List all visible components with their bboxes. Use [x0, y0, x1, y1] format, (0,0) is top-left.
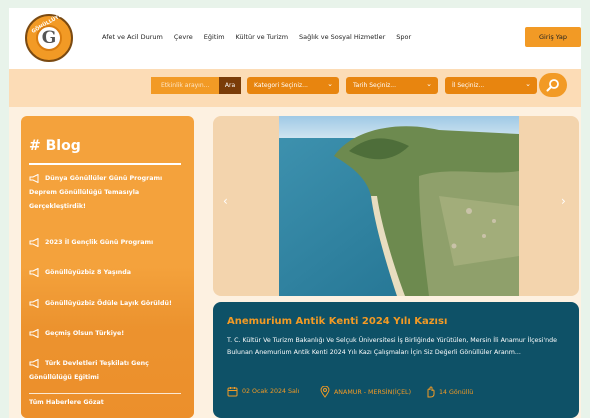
blog-post-title: Dünya Gönüllüler Günü Programı Deprem Gö… — [29, 175, 163, 210]
slider-prev-arrow[interactable]: ‹ — [223, 194, 228, 208]
megaphone-icon — [29, 267, 39, 277]
hand-icon — [427, 386, 435, 398]
event-volunteers: 14 Gönüllü — [425, 386, 473, 398]
blog-post-title: Türk Devletleri Teşkilatı Genç Gönüllülü… — [29, 360, 149, 381]
event-date-text: 02 Ocak 2024 Salı — [242, 388, 300, 395]
event-search-input[interactable] — [151, 77, 225, 94]
logo-emblem: G — [36, 25, 62, 51]
search-submit-button[interactable]: Ara — [219, 77, 241, 94]
blog-post-item[interactable]: Gönüllüyüzbiz 8 Yaşında — [29, 266, 189, 280]
search-bar: Ara Kategori Seçiniz... ⌄ Tarih Seçiniz.… — [9, 69, 581, 107]
event-card[interactable]: Anemurium Antik Kenti 2024 Yılı Kazısı T… — [213, 302, 579, 418]
event-title[interactable]: Anemurium Antik Kenti 2024 Yılı Kazısı — [227, 316, 447, 327]
location-pin-icon — [320, 386, 330, 398]
all-news-link[interactable]: Tüm Haberlere Gözat — [29, 399, 104, 406]
blog-post-item[interactable]: 2023 İl Gençlik Günü Programı — [29, 236, 189, 250]
image-slider: ‹ › — [213, 116, 579, 296]
blog-post-title: 2023 İl Gençlik Günü Programı — [45, 239, 154, 246]
event-date: 02 Ocak 2024 Salı — [227, 386, 299, 397]
divider — [29, 393, 181, 394]
slide-image[interactable] — [279, 116, 519, 296]
chevron-down-icon: ⌄ — [327, 80, 333, 88]
nav-item-saglik[interactable]: Sağlık ve Sosyal Hizmetler — [299, 33, 385, 41]
date-select-label: Tarih Seçiniz... — [353, 82, 396, 89]
site-logo[interactable]: GÖNÜLLÜYÜZ BİZ G — [25, 8, 76, 62]
calendar-icon — [227, 387, 238, 397]
blog-post-item[interactable]: Türk Devletleri Teşkilatı Genç Gönüllülü… — [29, 357, 189, 385]
event-location: ANAMUR - MERSİN(İÇEL) — [320, 386, 411, 398]
nav-item-kultur[interactable]: Kültür ve Turizm — [236, 33, 289, 41]
blog-post-item[interactable]: Dünya Gönüllüler Günü Programı Deprem Gö… — [29, 172, 189, 214]
category-select-label: Kategori Seçiniz... — [254, 82, 308, 89]
page: GÖNÜLLÜYÜZ BİZ G Afet ve Acil Durum Çevr… — [9, 8, 581, 418]
blog-post-title: Geçmiş Olsun Türkiye! — [45, 330, 125, 337]
blog-post-item[interactable]: Gönüllüyüzbiz Ödüle Layık Görüldü! — [29, 297, 189, 311]
search-icon — [546, 79, 559, 92]
nav-item-afet[interactable]: Afet ve Acil Durum — [102, 33, 163, 41]
divider — [29, 163, 181, 165]
blog-background-image — [21, 266, 194, 418]
city-select[interactable]: İl Seçiniz... ⌄ — [445, 77, 537, 94]
megaphone-icon — [29, 358, 39, 368]
chevron-down-icon: ⌄ — [426, 80, 432, 88]
megaphone-icon — [29, 173, 39, 183]
search-button[interactable] — [539, 73, 567, 97]
login-button[interactable]: Giriş Yap — [525, 27, 581, 47]
category-select[interactable]: Kategori Seçiniz... ⌄ — [247, 77, 339, 94]
blog-title: # Blog — [29, 138, 81, 154]
megaphone-icon — [29, 298, 39, 308]
event-location-text: ANAMUR - MERSİN(İÇEL) — [334, 388, 412, 396]
city-select-label: İl Seçiniz... — [452, 82, 485, 89]
blog-panel: # Blog Dünya Gönüllüler Günü Programı De… — [21, 116, 194, 418]
megaphone-icon — [29, 237, 39, 247]
slider-next-arrow[interactable]: › — [561, 194, 566, 208]
chevron-down-icon: ⌄ — [525, 80, 531, 88]
blog-post-title: Gönüllüyüzbiz 8 Yaşında — [45, 269, 131, 276]
event-description: T. C. Kültür Ve Turizm Bakanlığı Ve Selç… — [227, 337, 558, 356]
nav-item-cevre[interactable]: Çevre — [174, 33, 193, 41]
site-header: GÖNÜLLÜYÜZ BİZ G Afet ve Acil Durum Çevr… — [9, 8, 581, 69]
nav-item-spor[interactable]: Spor — [396, 33, 411, 41]
coastline-photo — [279, 116, 519, 296]
event-volunteers-text: 14 Gönüllü — [439, 388, 474, 396]
megaphone-icon — [29, 328, 39, 338]
logo-letter: G — [41, 28, 57, 48]
main-nav: Afet ve Acil Durum Çevre Eğitim Kültür v… — [102, 33, 422, 41]
date-select[interactable]: Tarih Seçiniz... ⌄ — [346, 77, 438, 94]
blog-post-item[interactable]: Geçmiş Olsun Türkiye! — [29, 327, 189, 341]
blog-post-title: Gönüllüyüzbiz Ödüle Layık Görüldü! — [45, 300, 172, 307]
nav-item-egitim[interactable]: Eğitim — [204, 33, 225, 41]
